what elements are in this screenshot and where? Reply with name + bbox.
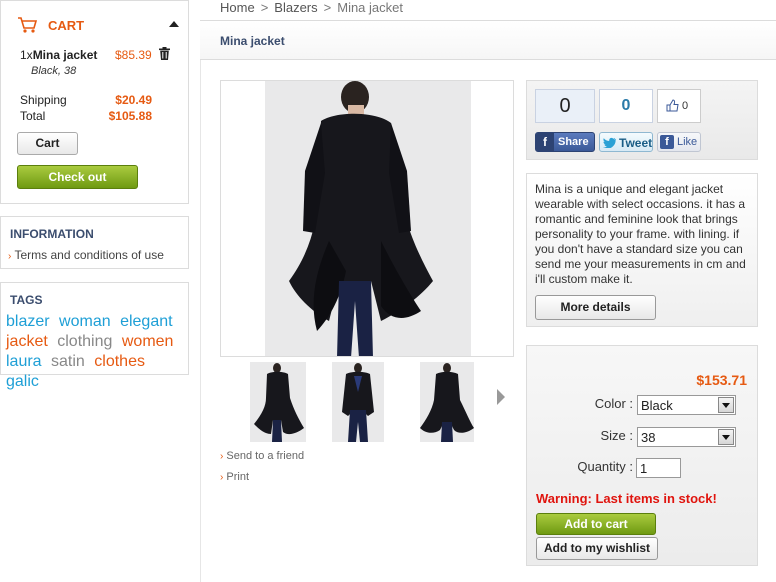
print-label: Print [226,471,250,483]
cart-item-price: $85.39 [115,48,152,62]
tag-link[interactable]: laura [6,353,42,370]
product-description: Mina is a unique and elegant jacket wear… [535,182,746,286]
product-thumbnail[interactable] [420,362,474,442]
arrow-right-icon: › [220,472,224,483]
quantity-label: Quantity : [577,459,633,474]
send-to-friend-link[interactable]: › Send to a friend [220,450,304,462]
total-label: Total [20,109,46,123]
tweet-label: Tweet [619,136,653,150]
trash-icon[interactable] [159,47,170,60]
breadcrumb-separator: > [323,0,332,15]
cart-title: CART [48,18,85,33]
cart-item-qty: 1x [20,48,33,62]
add-to-wishlist-button[interactable]: Add to my wishlist [536,537,658,560]
shipping-value: $20.49 [115,93,152,107]
size-label: Size : [600,428,633,443]
facebook-icon: f [660,135,674,149]
quantity-input[interactable]: 1 [636,458,681,478]
breadcrumb-separator: > [260,0,269,15]
twitter-bird-icon [603,137,616,148]
size-select-value: 38 [641,430,656,445]
divider [200,60,201,582]
chevron-down-icon [718,429,734,445]
chevron-down-icon [718,397,734,413]
product-price: $153.71 [696,372,747,388]
tag-link[interactable]: clothes [94,353,145,370]
shipping-label: Shipping [20,93,67,107]
product-title: Mina jacket [220,34,285,48]
thumbnail-next-arrow-icon[interactable] [497,389,505,405]
quantity-value: 1 [640,461,648,476]
jacket-thumbnail-back [250,362,306,442]
product-thumbnail[interactable] [250,362,306,442]
stock-warning: Warning: Last items in stock! [536,491,717,506]
facebook-icon: f [536,133,554,151]
cart-item: 1xMina jacket [20,48,97,62]
total-value: $105.88 [108,109,152,123]
more-details-button[interactable]: More details [535,295,656,320]
add-to-cart-button[interactable]: Add to cart [536,513,656,535]
tag-link[interactable]: woman [59,313,111,330]
social-share-block: 0 0 0 f Share Tweet f Like [526,80,758,160]
like-label: Like [677,136,698,148]
terms-link-label: Terms and conditions of use [14,248,164,262]
short-description-block: Mina is a unique and elegant jacket wear… [526,173,758,327]
tags-title: TAGS [10,293,43,307]
jacket-photo [265,81,471,356]
collapse-arrow-icon[interactable] [169,21,179,27]
like-count-box: 0 [657,89,701,123]
send-to-friend-label: Send to a friend [226,450,305,462]
terms-link[interactable]: › Terms and conditions of use [8,248,164,262]
jacket-thumbnail-back-alt [420,362,474,442]
breadcrumb-current: Mina jacket [337,0,403,15]
tag-link[interactable]: blazer [6,313,50,330]
size-select[interactable]: 38 [637,427,736,447]
product-main-image[interactable] [220,80,514,357]
color-select-value: Black [641,398,673,413]
jacket-thumbnail-front [332,362,384,442]
cart-button[interactable]: Cart [17,132,78,155]
facebook-like-button[interactable]: f Like [657,132,701,152]
facebook-share-label: Share [558,136,589,148]
facebook-share-count: 0 [535,89,595,123]
breadcrumb-category[interactable]: Blazers [274,0,317,15]
thumbs-up-icon [666,99,679,112]
tag-link[interactable]: women [122,333,174,350]
arrow-right-icon: › [8,251,12,262]
arrow-right-icon: › [220,451,224,462]
tag-link[interactable]: clothing [57,333,112,350]
tweet-count: 0 [599,89,653,123]
information-title: INFORMATION [10,227,94,241]
tag-cloud: blazer woman elegant jacket clothing wom… [6,312,188,392]
tag-link[interactable]: galic [6,373,39,390]
like-count: 0 [682,100,689,112]
product-thumbnail[interactable] [332,362,384,442]
product-title-bar: Mina jacket [200,20,776,60]
tweet-button[interactable]: Tweet [599,132,653,152]
color-label: Color : [594,396,633,411]
cart-item-name[interactable]: Mina jacket [33,48,98,62]
breadcrumb-home[interactable]: Home [220,0,255,15]
cart-block: CART 1xMina jacket $85.39 Black, 38 Ship… [0,0,189,204]
color-select[interactable]: Black [637,395,736,415]
information-block: INFORMATION › Terms and conditions of us… [0,216,189,269]
print-link[interactable]: › Print [220,471,249,483]
tag-link[interactable]: satin [51,353,85,370]
tag-link[interactable]: jacket [6,333,48,350]
breadcrumb: Home > Blazers > Mina jacket [220,0,403,15]
facebook-share-button[interactable]: f Share [535,132,595,152]
shopping-cart-icon [18,17,38,33]
tags-block: TAGS blazer woman elegant jacket clothin… [0,282,189,390]
checkout-button[interactable]: Check out [17,165,138,189]
tag-link[interactable]: elegant [120,313,173,330]
cart-item-attributes: Black, 38 [31,65,77,77]
buy-block: $153.71 Color : Black Size : 38 Quantity… [526,345,758,566]
